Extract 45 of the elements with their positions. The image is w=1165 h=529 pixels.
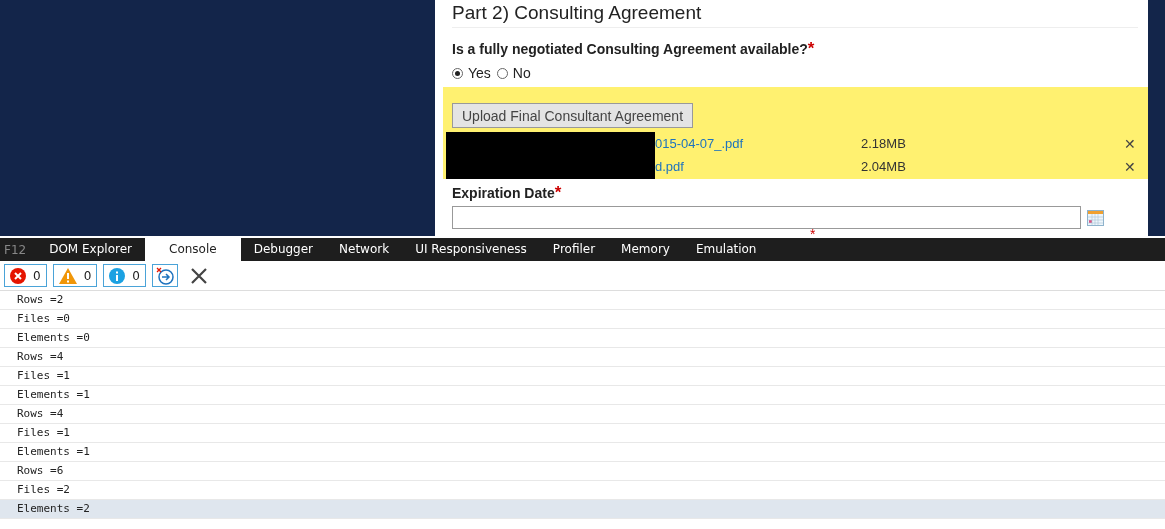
upload-button[interactable]: Upload Final Consultant Agreement: [452, 103, 694, 128]
devtools-tab[interactable]: Memory: [608, 238, 683, 261]
radio-option[interactable]: Yes: [452, 65, 491, 81]
file-size: 2.04MB: [861, 159, 907, 174]
warning-filter-button[interactable]: 0: [52, 264, 98, 287]
console-line: Elements =1: [0, 443, 1165, 462]
console-line: Files =1: [0, 424, 1165, 443]
console-line: Files =1: [0, 367, 1165, 386]
devtools-tab[interactable]: Debugger: [240, 238, 327, 261]
console-line: Rows =4: [0, 348, 1165, 367]
clear-icon[interactable]: [189, 266, 208, 285]
console-line: Elements =1: [0, 386, 1165, 405]
devtools-tab[interactable]: Console: [145, 238, 241, 261]
warning-icon: [58, 267, 77, 284]
info-filter-button[interactable]: 0: [103, 264, 146, 287]
console-line: Rows =2: [0, 291, 1165, 310]
question-label: Is a fully negotiated Consulting Agreement available?: [452, 41, 808, 57]
devtools-tab[interactable]: Emulation: [682, 238, 770, 261]
date-field[interactable]: [452, 206, 1081, 229]
f12-label: F12: [3, 242, 28, 257]
devtools-tab[interactable]: Network: [326, 238, 403, 261]
console-line: Rows =4: [0, 405, 1165, 424]
field-label: Expiration Date: [452, 185, 555, 201]
devtools-tab[interactable]: Profiler: [539, 238, 609, 261]
remove-icon[interactable]: ✕: [1124, 135, 1136, 152]
section-title: Part 2) Consulting Agreement: [452, 0, 1138, 28]
error-filter-button[interactable]: 0: [4, 264, 47, 287]
radio-option[interactable]: No: [496, 65, 531, 81]
clear-on-navigate-button[interactable]: [151, 264, 178, 287]
console-line: Files =0: [0, 310, 1165, 329]
info-icon: [109, 267, 126, 284]
navigate-icon: [155, 266, 174, 285]
devtools-tab[interactable]: DOM Explorer: [36, 238, 145, 261]
remove-icon[interactable]: ✕: [1124, 158, 1136, 175]
file-link[interactable]: d.pdf: [655, 159, 861, 174]
file-link[interactable]: 015-04-07_.pdf: [655, 136, 861, 151]
devtools-tab[interactable]: UI Responsiveness: [402, 238, 540, 261]
console-line: Rows =6: [0, 462, 1165, 481]
required-mark: *: [810, 229, 816, 239]
error-icon: [10, 267, 26, 284]
required-mark: *: [554, 183, 562, 202]
required-mark: *: [807, 39, 815, 58]
file-size: 2.18MB: [861, 136, 907, 151]
calendar-icon[interactable]: [1087, 209, 1104, 226]
console-line: Elements =0: [0, 329, 1165, 348]
